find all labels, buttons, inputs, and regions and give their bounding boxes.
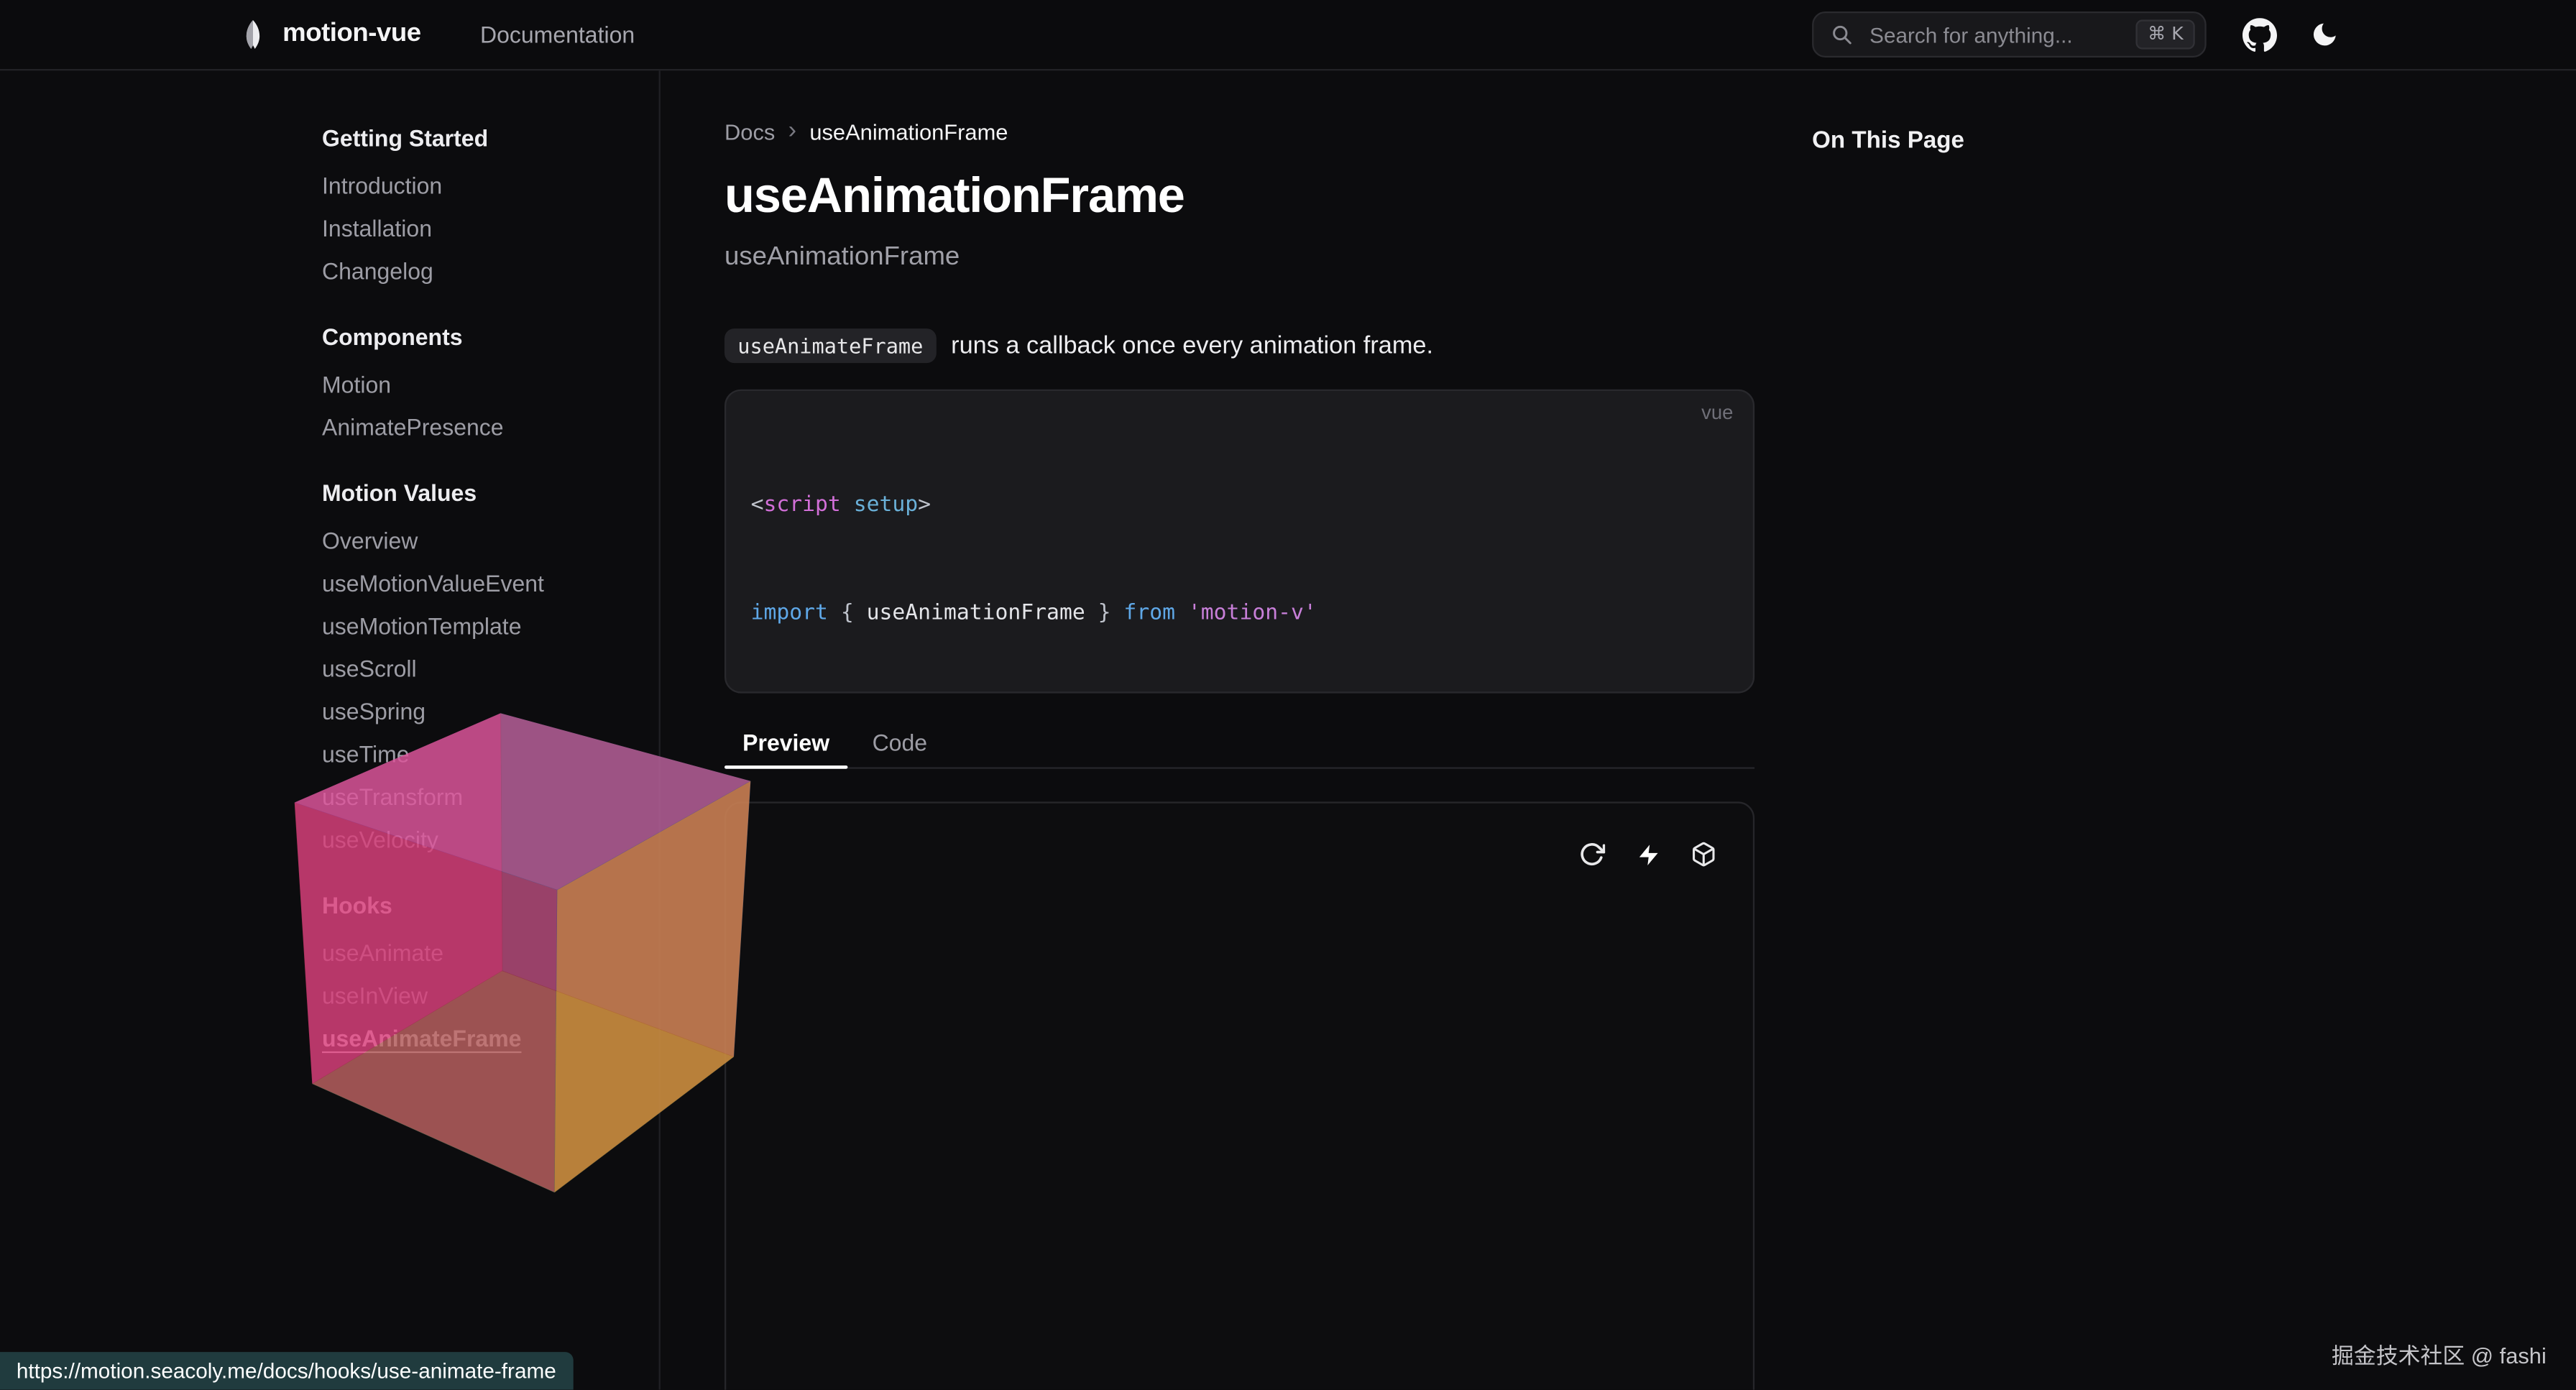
sidebar: Getting Started Introduction Installatio… (236, 69, 661, 1390)
breadcrumb-current: useAnimationFrame (809, 119, 1008, 144)
rocket-logo-icon (236, 18, 270, 51)
watermark: 掘金技术社区 @ fashi (2332, 1338, 2547, 1371)
preview-panel (724, 801, 1754, 1389)
code-block: vue <script setup> import { useAnimation… (724, 390, 1754, 694)
brand[interactable]: motion-vue (236, 18, 421, 51)
chevron-right-icon: › (788, 120, 796, 143)
link-status-tooltip: https://motion.seacoly.me/docs/hooks/use… (0, 1352, 573, 1390)
inline-code: useAnimateFrame (724, 328, 937, 362)
preview-actions (1579, 841, 1717, 867)
sidebar-section-title: Motion Values (322, 471, 659, 514)
animated-cube-demo (369, 781, 681, 1092)
refresh-icon[interactable] (1579, 841, 1606, 867)
description-text: runs a callback once every animation fra… (951, 331, 1433, 359)
page-title: useAnimationFrame (724, 167, 1754, 226)
sidebar-section-components: Components Motion AnimatePresence (322, 316, 659, 448)
breadcrumb-docs-link[interactable]: Docs (724, 119, 775, 144)
code-content[interactable]: <script setup> import { useAnimationFram… (726, 391, 1753, 694)
tab-code[interactable]: Code (854, 718, 945, 768)
page: motion-vue Documentation ⌘ K (0, 0, 2576, 1390)
sidebar-item-installation[interactable]: Installation (322, 207, 659, 249)
lightning-icon[interactable] (1634, 841, 1661, 867)
sidebar-item-motion[interactable]: Motion (322, 363, 659, 405)
search-shortcut-kbd: ⌘ K (2136, 19, 2195, 49)
search-icon (1830, 23, 1853, 46)
main-content: Docs › useAnimationFrame useAnimationFra… (724, 69, 1754, 1390)
navbar: motion-vue Documentation ⌘ K (0, 0, 2576, 70)
cube (404, 755, 661, 1120)
on-this-page-heading: On This Page (1812, 128, 1964, 155)
tab-preview[interactable]: Preview (724, 718, 847, 768)
sidebar-item-animatepresence[interactable]: AnimatePresence (322, 406, 659, 448)
description: useAnimateFrame runs a callback once eve… (724, 326, 1754, 365)
nav-link-documentation[interactable]: Documentation (480, 22, 635, 48)
sidebar-section-title: Components (322, 316, 659, 358)
sidebar-item-introduction[interactable]: Introduction (322, 165, 659, 207)
sidebar-item-changelog[interactable]: Changelog (322, 249, 659, 292)
sidebar-item-usescroll[interactable]: useScroll (322, 648, 659, 690)
sidebar-item-overview[interactable]: Overview (322, 519, 659, 561)
sidebar-item-usemotiontemplate[interactable]: useMotionTemplate (322, 604, 659, 647)
code-lang-badge: vue (1701, 401, 1733, 424)
sidebar-item-usemotionvalueevent[interactable]: useMotionValueEvent (322, 562, 659, 604)
preview-code-tabs: Preview Code (724, 718, 1754, 769)
page-subtitle: useAnimationFrame (724, 240, 1754, 276)
dark-mode-moon-icon[interactable] (2310, 19, 2340, 49)
sidebar-section-title: Getting Started (322, 116, 659, 159)
search-box[interactable]: ⌘ K (1812, 11, 2207, 57)
brand-name: motion-vue (282, 19, 421, 49)
code-line: import { useAnimationFrame } from 'motio… (751, 597, 1753, 632)
github-icon[interactable] (2242, 17, 2277, 52)
search-input[interactable] (1867, 21, 2123, 49)
code-line: <script setup> (751, 488, 1753, 524)
sidebar-section-getting-started: Getting Started Introduction Installatio… (322, 116, 659, 293)
sandbox-cube-icon[interactable] (1690, 841, 1717, 867)
breadcrumb: Docs › useAnimationFrame (724, 119, 1754, 145)
